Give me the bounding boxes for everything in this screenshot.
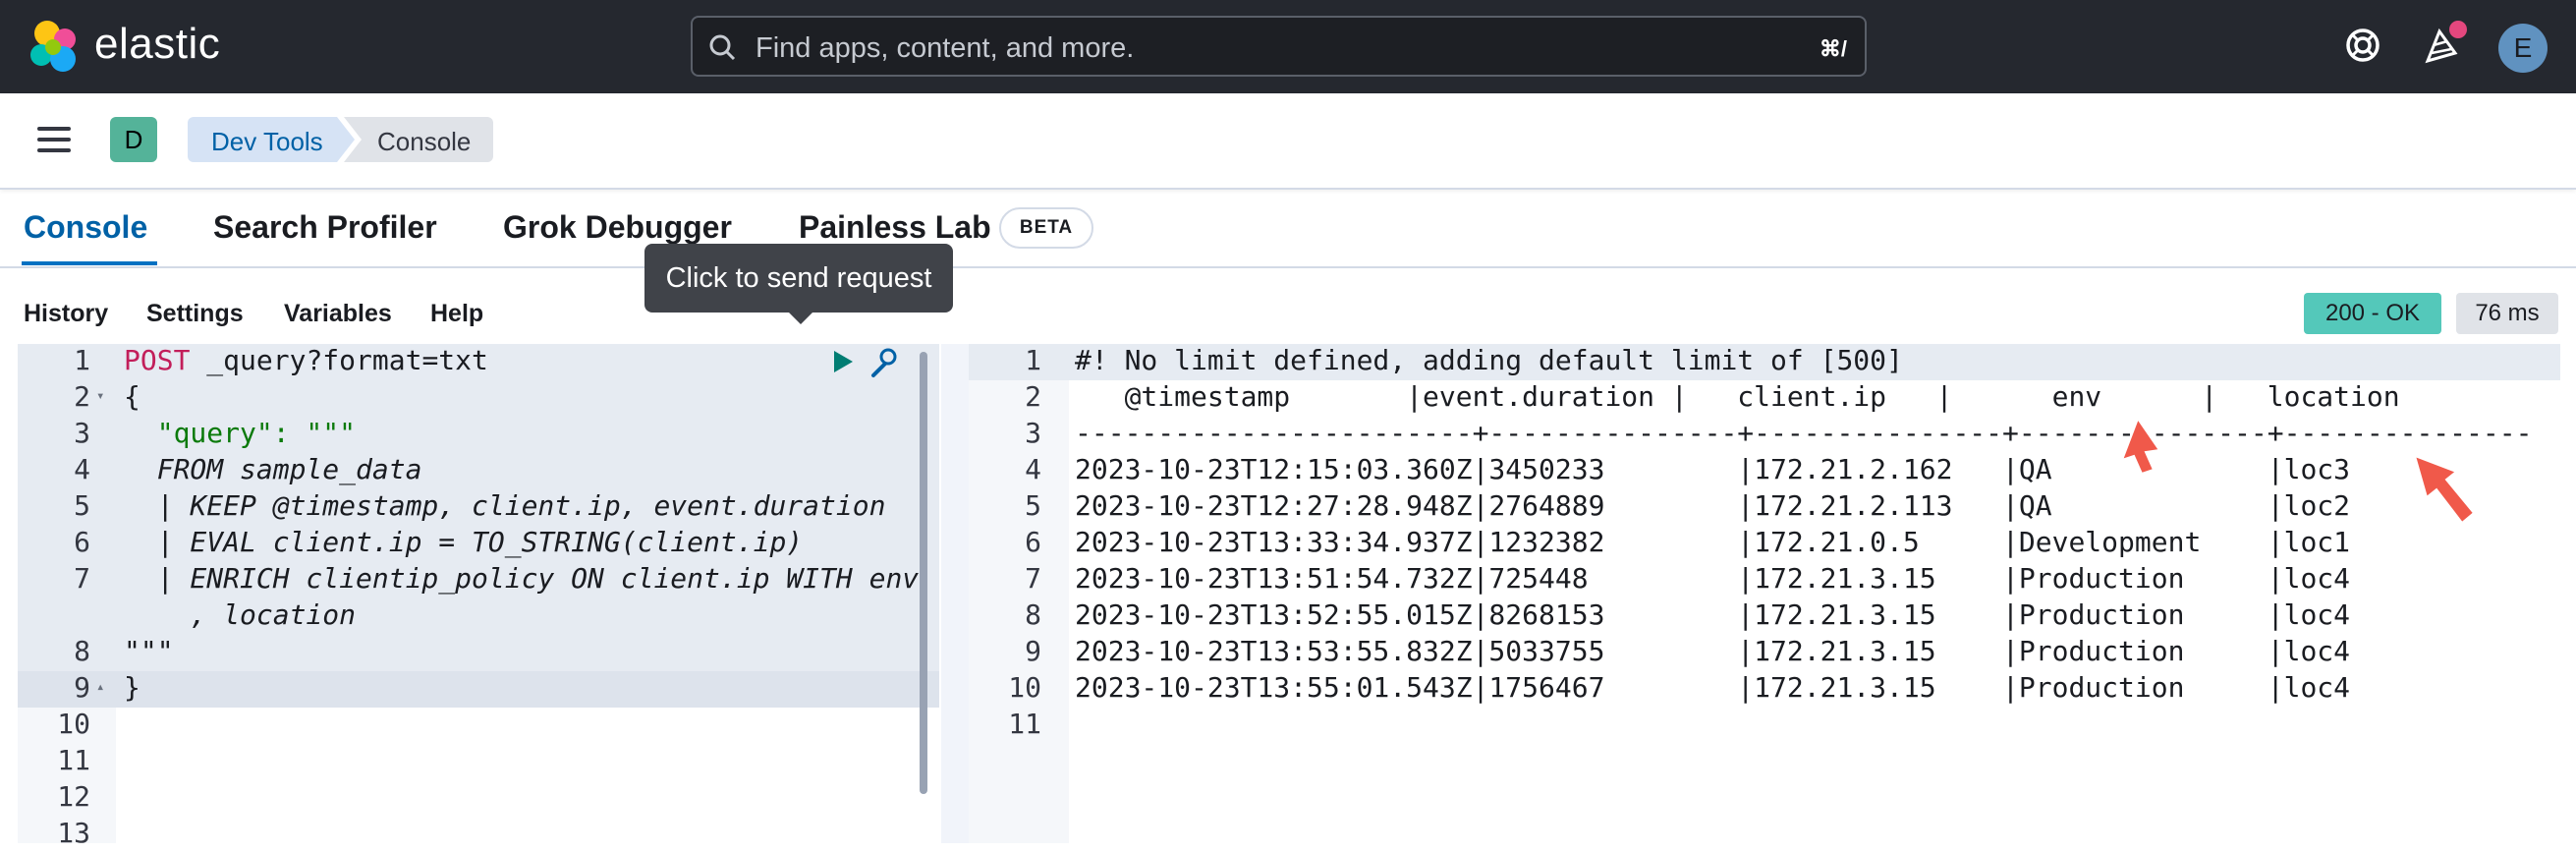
breadcrumb-bar: D Dev Tools Console	[0, 93, 2576, 190]
menu-toggle-icon[interactable]	[37, 127, 71, 159]
request-path: _query?format=txt	[190, 344, 488, 376]
tab-grok-debugger[interactable]: Grok Debugger	[503, 209, 732, 246]
tab-painless-lab[interactable]: Painless Lab	[799, 209, 991, 246]
dev-tools-tabs: Console Search Profiler Grok Debugger Pa…	[0, 190, 2576, 268]
status-badge: 200 - OK	[2304, 293, 2441, 334]
response-output: 1 #! No limit defined, adding default lim…	[969, 344, 2576, 843]
help-icon[interactable]	[2343, 26, 2382, 70]
breadcrumb-dev-tools[interactable]: Dev Tools	[188, 117, 355, 162]
output-line: 9 2023-10-23T13:53:55.832Z|5033755 |172.2…	[1025, 635, 2351, 667]
menu-history[interactable]: History	[24, 300, 108, 328]
user-avatar[interactable]: E	[2498, 24, 2548, 73]
notification-dot	[2449, 21, 2467, 38]
request-editor[interactable]: 1 POST _query?format=txt 2 ▾ { 3 "query"…	[18, 344, 939, 849]
search-shortcut: ⌘/	[1819, 36, 1847, 61]
wrench-icon[interactable]	[866, 346, 899, 384]
panel-resizer[interactable]	[941, 344, 969, 843]
send-request-icon[interactable]	[830, 348, 856, 380]
editor-line: 13	[57, 817, 90, 849]
output-line: 5 2023-10-23T12:27:28.948Z|2764889 |172.2…	[1025, 489, 2351, 522]
menu-help[interactable]: Help	[430, 300, 483, 328]
menu-settings[interactable]: Settings	[146, 300, 244, 328]
editor-line: 10	[57, 708, 90, 740]
output-line: 3 ------------------------+--------------…	[1025, 417, 2533, 449]
beta-badge: BETA	[999, 207, 1093, 249]
fold-icon[interactable]: ▴	[96, 679, 104, 695]
http-method: POST	[124, 344, 191, 376]
editor-line: 4 FROM sample_data	[18, 453, 939, 489]
space-selector[interactable]: D	[110, 117, 157, 162]
output-line: 11	[1008, 708, 1041, 740]
annotation-arrow-icon	[2120, 416, 2175, 483]
output-line: 10 2023-10-23T13:55:01.543Z|1756467 |172.…	[1008, 671, 2351, 704]
tooltip-arrow	[787, 311, 814, 324]
elastic-logo-icon[interactable]	[26, 18, 84, 82]
annotation-arrow-icon	[2413, 452, 2484, 536]
editor-line: 7 | ENRICH clientip_policy ON client.ip …	[18, 562, 939, 598]
editor-line: 6 | EVAL client.ip = TO_STRING(client.ip…	[18, 526, 939, 562]
output-line: 6 2023-10-23T13:33:34.937Z|1232382 |172.2…	[1025, 526, 2351, 558]
breadcrumb-console: Console	[344, 117, 493, 162]
active-tab-indicator	[22, 261, 157, 265]
editor-line: 11	[57, 744, 90, 776]
search-icon	[708, 33, 738, 68]
editor-line: 8 """	[18, 635, 939, 671]
editor-line: 5 | KEEP @timestamp, client.ip, event.du…	[18, 489, 939, 526]
send-request-tooltip: Click to send request	[644, 244, 953, 313]
editor-line-active: 9 ▴ }	[18, 671, 939, 708]
top-bar: elastic Find apps, content, and more. ⌘/…	[0, 0, 2576, 93]
output-line: 4 2023-10-23T12:15:03.360Z|3450233 |172.2…	[1025, 453, 2351, 485]
request-time-badge: 76 ms	[2456, 293, 2558, 334]
tab-search-profiler[interactable]: Search Profiler	[213, 209, 437, 246]
editor-scrollbar[interactable]	[920, 352, 927, 794]
fold-icon[interactable]: ▾	[96, 388, 104, 404]
search-placeholder: Find apps, content, and more.	[756, 32, 1135, 64]
output-line: 7 2023-10-23T13:51:54.732Z|725448 |172.21…	[1025, 562, 2351, 595]
menu-variables[interactable]: Variables	[284, 300, 392, 328]
editor-line: , location	[18, 598, 939, 635]
output-line: 1 #! No limit defined, adding default lim…	[969, 344, 2560, 380]
editor-line: 1 POST _query?format=txt	[18, 344, 939, 380]
output-line: 8 2023-10-23T13:52:55.015Z|8268153 |172.2…	[1025, 598, 2351, 631]
global-search-input[interactable]: Find apps, content, and more. ⌘/	[691, 16, 1867, 77]
editor-line: 12	[57, 780, 90, 813]
output-line: 2 @timestamp |event.duration | client.ip…	[1025, 380, 2450, 413]
tab-console[interactable]: Console	[24, 209, 147, 246]
logo-text[interactable]: elastic	[94, 20, 220, 69]
editor-line: 2 ▾ {	[18, 380, 939, 417]
editor-line: 3 "query": """	[18, 417, 939, 453]
